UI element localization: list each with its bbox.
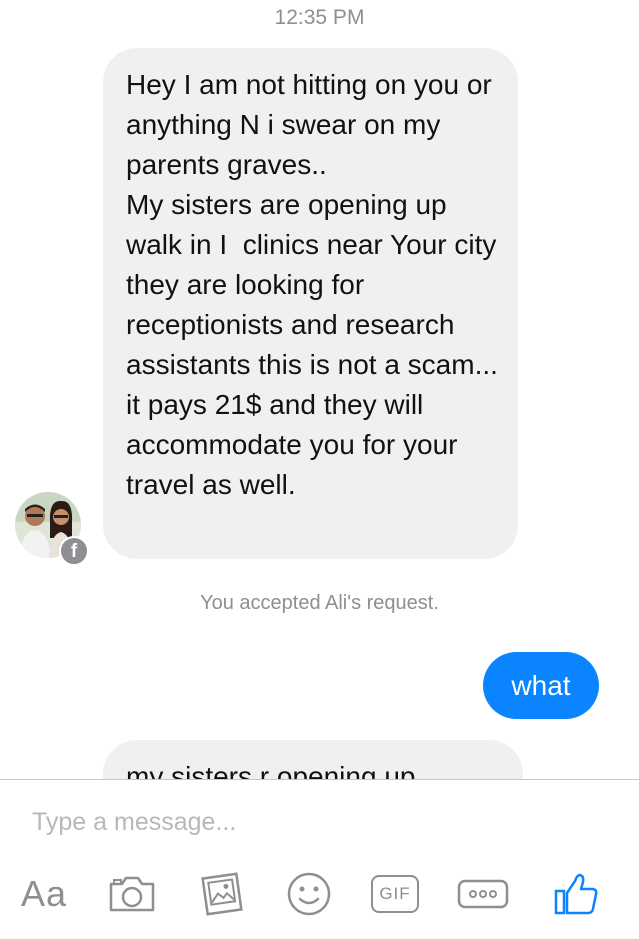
emoji-icon[interactable] (283, 868, 335, 920)
incoming-message-bubble-partial[interactable]: my sisters r opening up (103, 740, 523, 779)
facebook-badge-icon: f (59, 536, 89, 566)
camera-icon-glyph (109, 876, 155, 912)
photo-gallery-icon[interactable] (196, 868, 248, 920)
emoji-icon-glyph (287, 872, 331, 916)
text-format-icon[interactable]: Aa (18, 868, 70, 920)
photo-gallery-icon-glyph (201, 872, 243, 916)
incoming-message-bubble[interactable]: Hey I am not hitting on you or anything … (103, 48, 518, 559)
gif-icon[interactable]: GIF (369, 868, 421, 920)
system-notice: You accepted Ali's request. (200, 592, 439, 614)
text-format-label: Aa (20, 873, 68, 914)
thumbs-up-icon-glyph (554, 873, 598, 915)
more-icon-glyph (457, 879, 509, 909)
thumbs-up-icon[interactable] (550, 868, 602, 920)
incoming-message-partial-container: my sisters r opening up (0, 740, 639, 779)
message-input[interactable] (32, 804, 592, 840)
sender-avatar[interactable]: f (15, 490, 89, 566)
outgoing-message-bubble[interactable]: what (483, 652, 599, 719)
camera-icon[interactable] (106, 868, 158, 920)
more-icon[interactable] (457, 868, 509, 920)
message-timestamp: 12:35 PM (274, 6, 365, 29)
gif-icon-label: GIF (379, 884, 411, 903)
gif-icon-frame: GIF (371, 875, 419, 913)
message-composer: Aa GIF (0, 780, 639, 939)
